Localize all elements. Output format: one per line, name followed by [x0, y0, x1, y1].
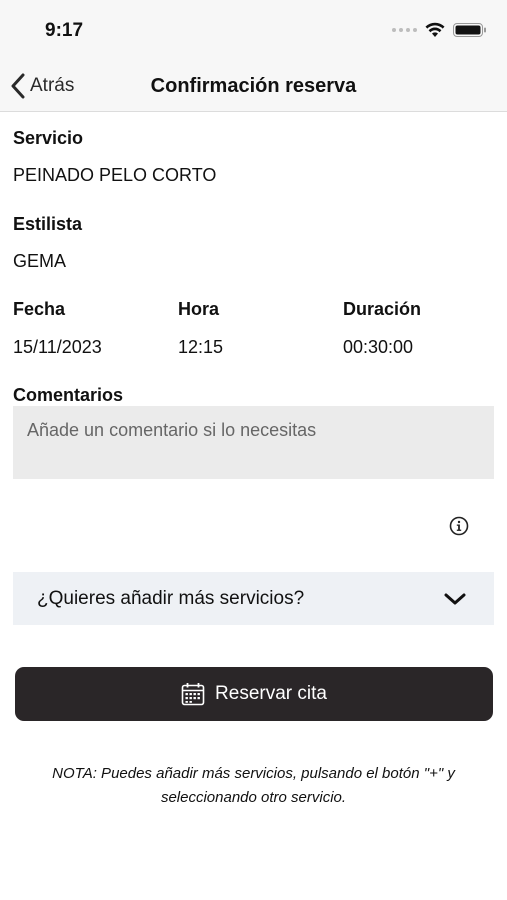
service-value: PEINADO PELO CORTO — [13, 165, 217, 185]
services-note: NOTA: Puedes añadir más servicios, pulsa… — [52, 765, 455, 806]
comments-label: Comentarios — [13, 385, 124, 405]
status-icons — [392, 22, 487, 38]
status-time: 9:17 — [45, 20, 84, 41]
stylist-label: Estilista — [13, 214, 83, 234]
comments-box — [13, 406, 494, 479]
navigation-bar: Atrás Confirmación reserva — [0, 62, 507, 112]
wifi-icon — [425, 22, 445, 37]
status-bar: 9:17 — [0, 0, 507, 62]
page-title: Confirmación reserva — [150, 75, 357, 97]
signal-icon — [392, 28, 417, 32]
comments-input[interactable] — [27, 420, 480, 465]
reserve-button[interactable]: Reservar cita — [15, 667, 493, 721]
date-value: 15/11/2023 — [13, 337, 102, 357]
time-label: Hora — [178, 299, 220, 319]
duration-label: Duración — [343, 299, 422, 319]
chevron-down-icon — [444, 593, 466, 604]
calendar-icon — [181, 683, 205, 706]
duration-value: 00:30:00 — [343, 337, 414, 357]
more-services-toggle[interactable]: ¿Quieres añadir más servicios? — [13, 572, 494, 625]
time-value: 12:15 — [178, 337, 224, 357]
more-services-label: ¿Quieres añadir más servicios? — [37, 587, 305, 609]
reserve-button-label: Reservar cita — [215, 683, 327, 704]
service-label: Servicio — [13, 128, 84, 148]
battery-icon — [453, 23, 486, 37]
info-icon[interactable] — [449, 516, 469, 536]
date-label: Fecha — [13, 299, 66, 319]
stylist-value: GEMA — [13, 251, 67, 271]
